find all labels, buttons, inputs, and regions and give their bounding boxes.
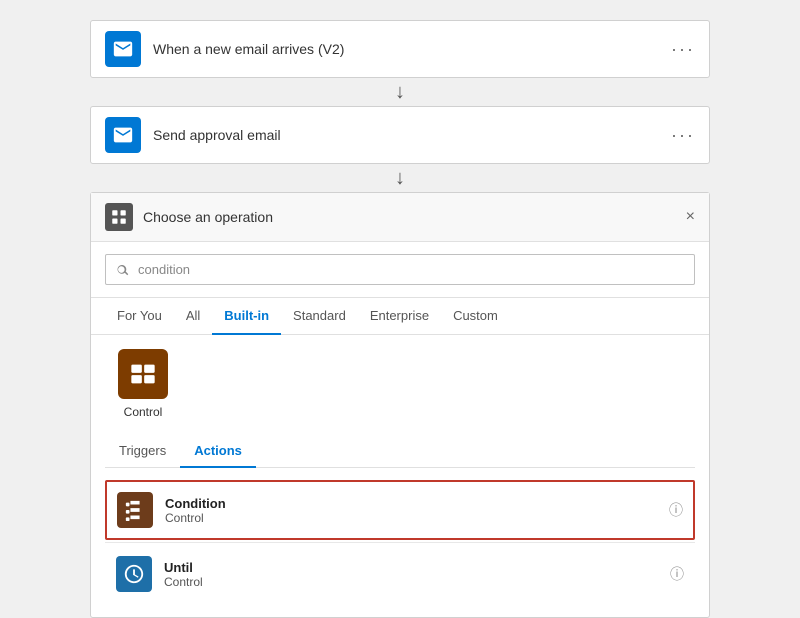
- action-divider-1: [105, 542, 695, 543]
- flow-step-1[interactable]: When a new email arrives (V2) ···: [90, 20, 710, 78]
- connector-grid: Control: [105, 349, 695, 419]
- step1-dots[interactable]: ···: [671, 39, 695, 60]
- actions-list: Condition Control ⓘ Until Contr: [105, 480, 695, 603]
- search-container: [91, 242, 709, 298]
- operation-panel: Choose an operation × For You All Built-…: [90, 192, 710, 618]
- step2-dots[interactable]: ···: [671, 125, 695, 146]
- tab-for-you[interactable]: For You: [105, 298, 174, 335]
- sub-tab-triggers[interactable]: Triggers: [105, 435, 180, 468]
- until-info-btn[interactable]: ⓘ: [670, 564, 684, 584]
- connector-label: Control: [124, 405, 163, 419]
- action-item-condition[interactable]: Condition Control ⓘ: [105, 480, 695, 540]
- until-info: Until Control: [164, 560, 658, 589]
- panel-header: Choose an operation ×: [91, 193, 709, 242]
- sub-tab-actions[interactable]: Actions: [180, 435, 256, 468]
- until-icon: [116, 556, 152, 592]
- email-icon: [105, 31, 141, 67]
- content-area: Control Triggers Actions: [91, 335, 709, 617]
- condition-sub: Control: [165, 511, 657, 525]
- step1-label: When a new email arrives (V2): [153, 41, 671, 57]
- action-item-until[interactable]: Until Control ⓘ: [105, 545, 695, 603]
- tab-enterprise[interactable]: Enterprise: [358, 298, 441, 335]
- canvas: When a new email arrives (V2) ··· ↓ Send…: [20, 20, 780, 618]
- condition-icon: [117, 492, 153, 528]
- search-input[interactable]: [105, 254, 695, 285]
- step2-label: Send approval email: [153, 127, 671, 143]
- email2-icon: [105, 117, 141, 153]
- arrow-1: ↓: [395, 82, 405, 102]
- panel-header-icon: [105, 203, 133, 231]
- tab-built-in[interactable]: Built-in: [212, 298, 281, 335]
- tab-standard[interactable]: Standard: [281, 298, 358, 335]
- until-name: Until: [164, 560, 658, 575]
- sub-tabs-container: Triggers Actions: [105, 435, 695, 468]
- control-card-icon: [118, 349, 168, 399]
- flow-step-2[interactable]: Send approval email ···: [90, 106, 710, 164]
- connector-card-control[interactable]: Control: [105, 349, 181, 419]
- tab-all[interactable]: All: [174, 298, 212, 335]
- close-button[interactable]: ×: [686, 209, 695, 225]
- tab-custom[interactable]: Custom: [441, 298, 510, 335]
- until-sub: Control: [164, 575, 658, 589]
- arrow-2: ↓: [395, 168, 405, 188]
- tabs-container: For You All Built-in Standard Enterprise…: [91, 298, 709, 335]
- condition-name: Condition: [165, 496, 657, 511]
- condition-info-btn[interactable]: ⓘ: [669, 500, 683, 520]
- panel-title: Choose an operation: [143, 209, 686, 225]
